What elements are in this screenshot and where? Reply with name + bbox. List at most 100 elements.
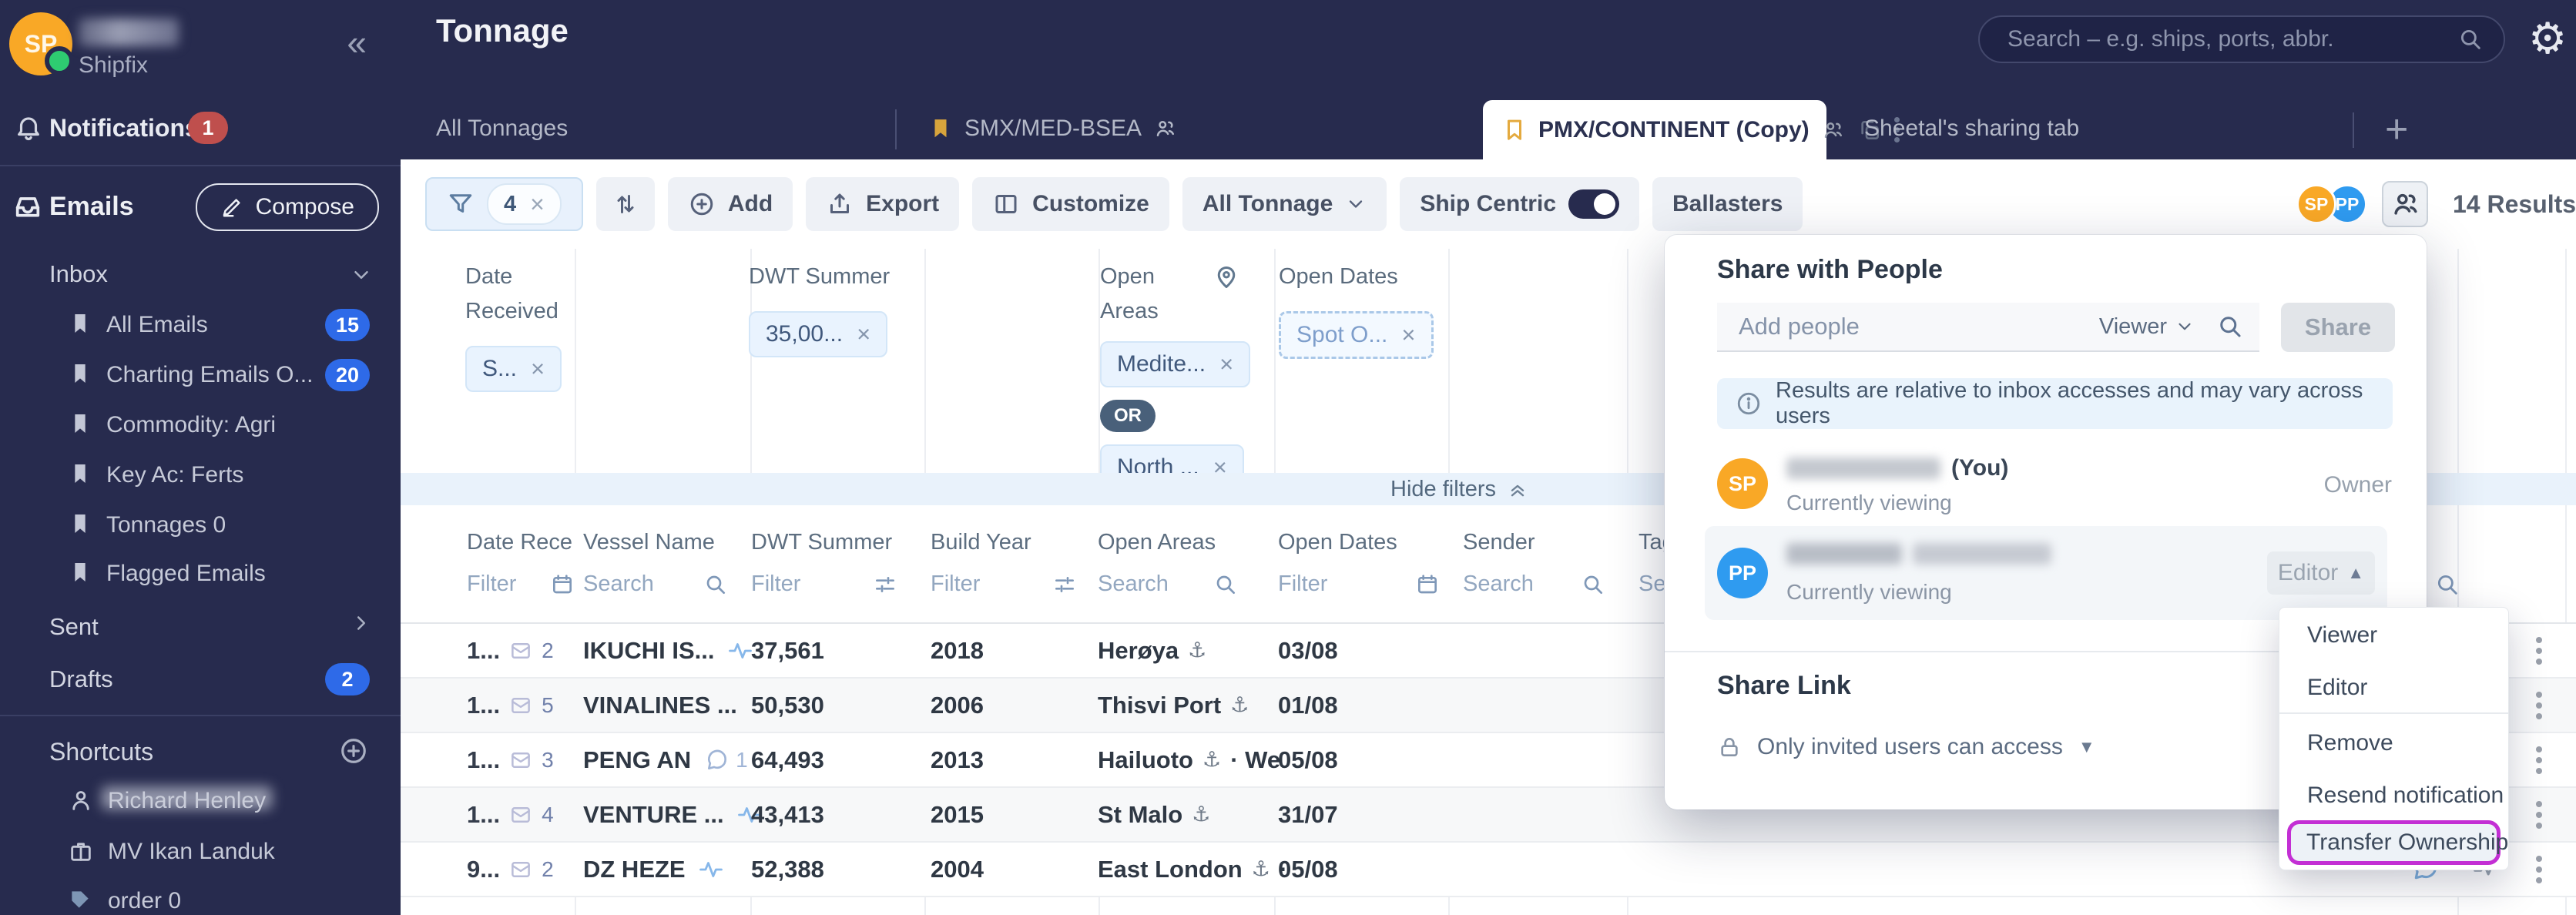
column-filter-input[interactable]: Search <box>1463 571 1605 597</box>
column-header[interactable]: Date Rece <box>467 530 572 555</box>
remove-chip-icon[interactable]: × <box>1219 350 1233 378</box>
bookmark-icon <box>68 511 92 540</box>
ship-centric-toggle[interactable] <box>1568 189 1619 219</box>
remove-chip-icon[interactable]: × <box>531 355 545 383</box>
row-menu-kebab-icon[interactable] <box>2536 856 2542 883</box>
share-people-button[interactable] <box>2382 181 2428 227</box>
view-selector-dropdown[interactable]: All Tonnage <box>1182 177 1387 231</box>
customize-button[interactable]: Customize <box>972 177 1169 231</box>
vessel-name[interactable]: VINALINES ... <box>583 692 737 719</box>
row-menu-kebab-icon[interactable] <box>2536 746 2542 774</box>
sidebar-divider <box>0 715 401 716</box>
column-filter-input[interactable]: Filter <box>467 571 575 597</box>
location-pin-icon[interactable] <box>1213 263 1240 294</box>
chevron-down-icon <box>350 263 373 290</box>
column-filter-input[interactable]: Search <box>1098 571 1238 597</box>
open-area[interactable]: East London <box>1098 856 1243 883</box>
remove-chip-icon[interactable]: × <box>1401 321 1415 349</box>
settings-gear-icon[interactable]: ⚙ <box>2528 17 2567 60</box>
vessel-name[interactable]: VENTURE ... <box>583 801 724 829</box>
column-filter-search-icon[interactable] <box>2434 571 2460 598</box>
info-banner-text: Results are relative to inbox accesses a… <box>1776 378 2374 429</box>
tab-all-tonnages[interactable]: All Tonnages <box>436 116 568 142</box>
filter-chip[interactable]: 35,00... × <box>749 311 887 357</box>
collapse-sidebar-icon[interactable]: « <box>347 22 367 63</box>
row-menu-kebab-icon[interactable] <box>2536 692 2542 719</box>
new-tab-plus-icon[interactable]: + <box>2385 106 2408 152</box>
column-filter-input[interactable]: Filter <box>751 571 897 597</box>
menu-item-editor[interactable]: Editor <box>2279 669 2508 706</box>
open-area[interactable]: Hailuoto <box>1098 746 1193 774</box>
tab-smx-med-bsea[interactable]: SMX/MED-BSEA <box>929 116 1177 142</box>
column-filter-input[interactable]: Filter <box>1278 571 1440 597</box>
global-search[interactable] <box>1978 15 2505 63</box>
open-area[interactable]: St Malo <box>1098 801 1182 829</box>
menu-item-transfer-ownership-highlighted[interactable]: Transfer Ownership <box>2287 820 2501 865</box>
sidebar-item-all-emails[interactable]: All Emails 15 <box>0 305 401 345</box>
shortcut-item-vessel[interactable]: MV Ikan Landuk <box>0 832 401 872</box>
comment-bubble-icon[interactable]: 1 <box>705 748 748 773</box>
sidebar-item-charting-emails[interactable]: Charting Emails O... 20 <box>0 355 401 395</box>
workspace-avatar[interactable]: SP <box>9 12 72 75</box>
sidebar-item-inbox[interactable]: Inbox <box>0 256 401 293</box>
column-header[interactable]: Open Areas <box>1098 530 1216 555</box>
open-area[interactable]: Herøya <box>1098 637 1179 665</box>
shortcut-item-contact[interactable]: Richard Henley <box>0 781 401 821</box>
row-menu-kebab-icon[interactable] <box>2536 801 2542 829</box>
column-header[interactable]: Sender <box>1463 530 1535 555</box>
role-selector-dropdown[interactable]: Viewer <box>2099 314 2195 340</box>
open-area[interactable]: Thisvi Port <box>1098 692 1221 719</box>
search-people-icon[interactable] <box>2216 313 2244 340</box>
envelope-icon <box>509 858 532 881</box>
filter-button[interactable]: 4 × <box>425 177 583 231</box>
add-people-input[interactable] <box>1737 312 2099 341</box>
role-dropdown-button[interactable]: Editor ▲ <box>2267 551 2375 595</box>
column-header[interactable]: Vessel Name <box>583 530 715 555</box>
filter-chip[interactable]: S... × <box>465 346 562 392</box>
link-access-dropdown[interactable]: Only invited users can access ▼ <box>1717 734 2095 760</box>
sidebar-item-drafts[interactable]: Drafts 2 <box>0 659 401 699</box>
column-header[interactable]: DWT Summer <box>751 530 892 555</box>
sidebar-item-tonnages[interactable]: Tonnages 0 <box>0 505 401 545</box>
sort-button[interactable] <box>596 177 655 231</box>
filter-chip-dashed[interactable]: Spot O... × <box>1279 311 1434 359</box>
filter-chip[interactable]: Medite... × <box>1100 341 1250 387</box>
filter-count-pill[interactable]: 4 × <box>487 183 562 225</box>
ship-centric-toggle-button[interactable]: Ship Centric <box>1400 177 1639 231</box>
add-label: Add <box>728 191 773 217</box>
add-shortcut-icon[interactable] <box>339 736 368 769</box>
column-filter-input[interactable]: Filter <box>931 571 1077 597</box>
remove-chip-icon[interactable]: × <box>857 320 870 348</box>
global-search-input[interactable] <box>2006 25 2457 53</box>
add-button[interactable]: Add <box>668 177 793 231</box>
avatar-sp: SP <box>2296 184 2336 224</box>
ballasters-button[interactable]: Ballasters <box>1652 177 1803 231</box>
column-header[interactable]: Build Year <box>931 530 1031 555</box>
menu-item-remove[interactable]: Remove <box>2279 725 2508 762</box>
tab-pmx-continent-active[interactable]: PMX/CONTINENT (Copy) <box>1483 100 1826 159</box>
menu-item-resend-notification[interactable]: Resend notification <box>2279 777 2508 814</box>
vessel-name[interactable]: DZ HEZE <box>583 856 686 883</box>
sidebar-item-flagged-emails[interactable]: Flagged Emails <box>0 554 401 594</box>
table-row[interactable]: 9... 2 DZ HEZE 52,388 2004 East London⚓·… <box>401 843 2576 897</box>
sidebar-item-commodity-agri[interactable]: Commodity: Agri <box>0 405 401 445</box>
column-header[interactable]: Open Dates <box>1278 530 1397 555</box>
clear-filters-icon[interactable]: × <box>530 190 545 219</box>
row-menu-kebab-icon[interactable] <box>2536 637 2542 665</box>
anchor-icon: ⚓ <box>1252 857 1270 881</box>
export-button[interactable]: Export <box>806 177 959 231</box>
tab-sheetals-sharing[interactable]: Sheetal's sharing tab <box>1864 116 2079 142</box>
sidebar-item-sent[interactable]: Sent <box>0 607 401 647</box>
chip-label: Spot O... <box>1296 322 1387 348</box>
compose-button[interactable]: Compose <box>196 183 379 231</box>
sidebar-item-notifications[interactable]: Notifications 1 <box>0 106 401 149</box>
menu-item-viewer[interactable]: Viewer <box>2279 617 2508 654</box>
person-row-editor[interactable]: PP Currently viewing Editor ▲ <box>1705 526 2387 620</box>
column-filter-input[interactable]: Search <box>583 571 728 597</box>
sidebar-section-shortcuts: Shortcuts <box>0 730 401 773</box>
sidebar-item-key-ac-ferts[interactable]: Key Ac: Ferts <box>0 455 401 495</box>
vessel-name[interactable]: PENG AN <box>583 746 691 774</box>
share-button[interactable]: Share <box>2281 303 2395 352</box>
vessel-name[interactable]: IKUCHI IS... <box>583 637 715 665</box>
shortcut-item-order[interactable]: order 0 <box>0 881 401 915</box>
